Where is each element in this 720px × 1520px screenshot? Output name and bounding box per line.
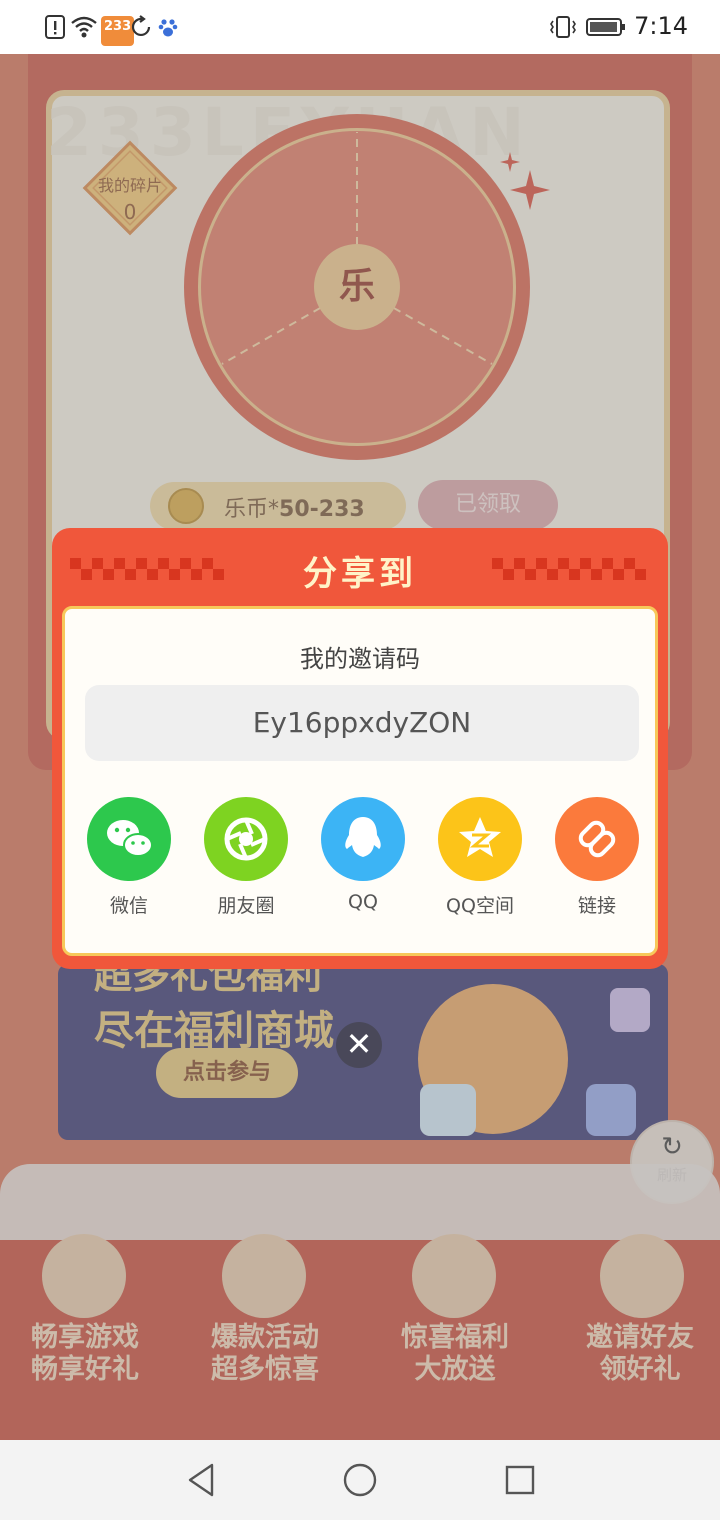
share-panel: 我的邀请码 Ey16ppxdyZON 微信 朋友圈 QQ QQ空间 链接 [62,606,658,956]
link-icon [555,797,639,881]
home-icon[interactable] [342,1462,378,1498]
invite-code-field[interactable]: Ey16ppxdyZON [85,685,639,761]
share-qzone-button[interactable]: QQ空间 [430,797,530,918]
recents-icon[interactable] [504,1464,536,1496]
share-label: 朋友圈 [217,895,275,917]
wifi-icon [71,16,97,38]
baidu-paw-icon [158,19,178,37]
share-link-button[interactable]: 链接 [547,797,647,918]
share-label: QQ空间 [446,895,514,917]
share-wechat-button[interactable]: 微信 [79,797,179,918]
clock: 7:14 [634,12,688,40]
alert-icon [45,15,65,39]
moments-icon [204,797,288,881]
share-dialog: 分享到 我的邀请码 Ey16ppxdyZON 微信 朋友圈 QQ QQ空间 链接 [52,528,668,969]
qzone-icon [438,797,522,881]
sync-icon [131,15,151,36]
status-bar: 233 7:14 [0,0,720,54]
back-icon[interactable] [184,1462,218,1498]
navigation-bar [0,1440,720,1520]
share-label: 链接 [577,895,616,917]
share-label: QQ [348,891,378,913]
qq-icon [321,797,405,881]
close-icon: ✕ [345,1025,373,1063]
invite-code-label: 我的邀请码 [300,645,420,673]
close-dialog-button[interactable]: ✕ [336,1022,382,1068]
battery-icon [586,18,625,36]
share-qq-button[interactable]: QQ [313,797,413,913]
share-label: 微信 [109,895,148,917]
dialog-title: 分享到 [303,554,417,594]
wechat-icon [87,797,171,881]
vibrate-icon [550,16,576,38]
share-moments-button[interactable]: 朋友圈 [196,797,296,918]
